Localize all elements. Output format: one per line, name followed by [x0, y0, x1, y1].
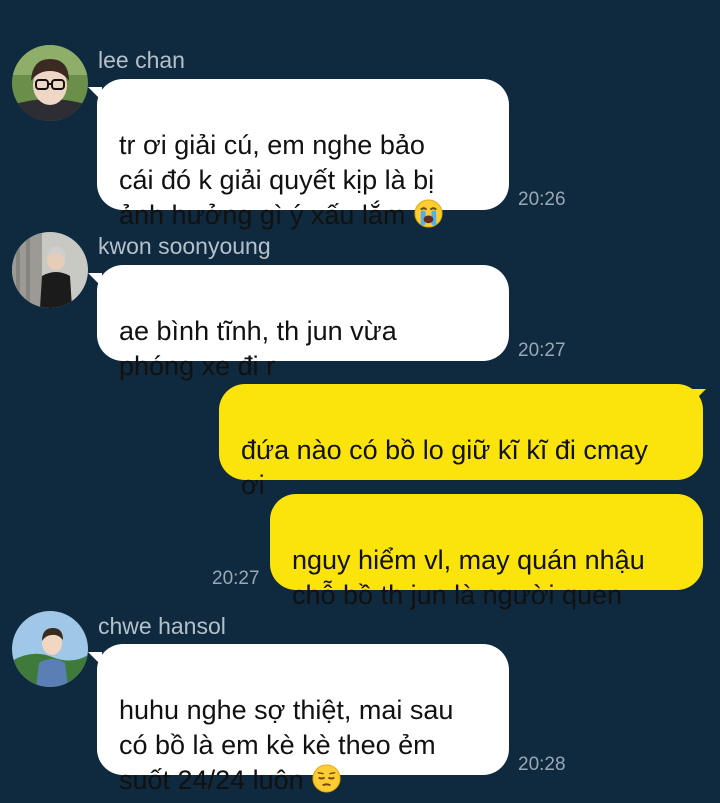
- avatar-lee-chan[interactable]: [12, 45, 88, 121]
- message-timestamp: 20:28: [518, 754, 566, 775]
- avatar-kwon-soonyoung[interactable]: [12, 232, 88, 308]
- pensive-face-icon: [311, 763, 342, 794]
- message-bubble[interactable]: tr ơi giải cú, em nghe bảo cái đó k giải…: [97, 79, 509, 230]
- loudly-crying-face-icon: [413, 198, 444, 229]
- message-timestamp: 20:26: [518, 189, 566, 210]
- message-text: nguy hiểm vl, may quán nhậu chỗ bồ th ju…: [292, 545, 645, 610]
- avatar-chwe-hansol[interactable]: [12, 611, 88, 687]
- message-timestamp: 20:27: [518, 340, 566, 361]
- sender-name: chwe hansol: [98, 613, 226, 639]
- message-bubble[interactable]: đứa nào có bồ lo giữ kĩ kĩ đi cmay ơi: [219, 384, 703, 500]
- bubble-tail: [692, 389, 706, 403]
- message-text: tr ơi giải cú, em nghe bảo cái đó k giải…: [119, 130, 435, 230]
- message-text: đứa nào có bồ lo giữ kĩ kĩ đi cmay ơi: [241, 435, 648, 500]
- message-timestamp: 20:27: [212, 568, 260, 589]
- message-bubble[interactable]: nguy hiểm vl, may quán nhậu chỗ bồ th ju…: [270, 494, 703, 610]
- message-bubble[interactable]: huhu nghe sợ thiệt, mai sau có bồ là em …: [97, 644, 509, 795]
- sender-name: lee chan: [98, 47, 185, 73]
- sender-name: kwon soonyoung: [98, 233, 271, 259]
- message-bubble[interactable]: ae bình tĩnh, th jun vừa phóng xe đi r: [97, 265, 509, 381]
- message-text: huhu nghe sợ thiệt, mai sau có bồ là em …: [119, 695, 454, 795]
- message-text: ae bình tĩnh, th jun vừa phóng xe đi r: [119, 316, 397, 381]
